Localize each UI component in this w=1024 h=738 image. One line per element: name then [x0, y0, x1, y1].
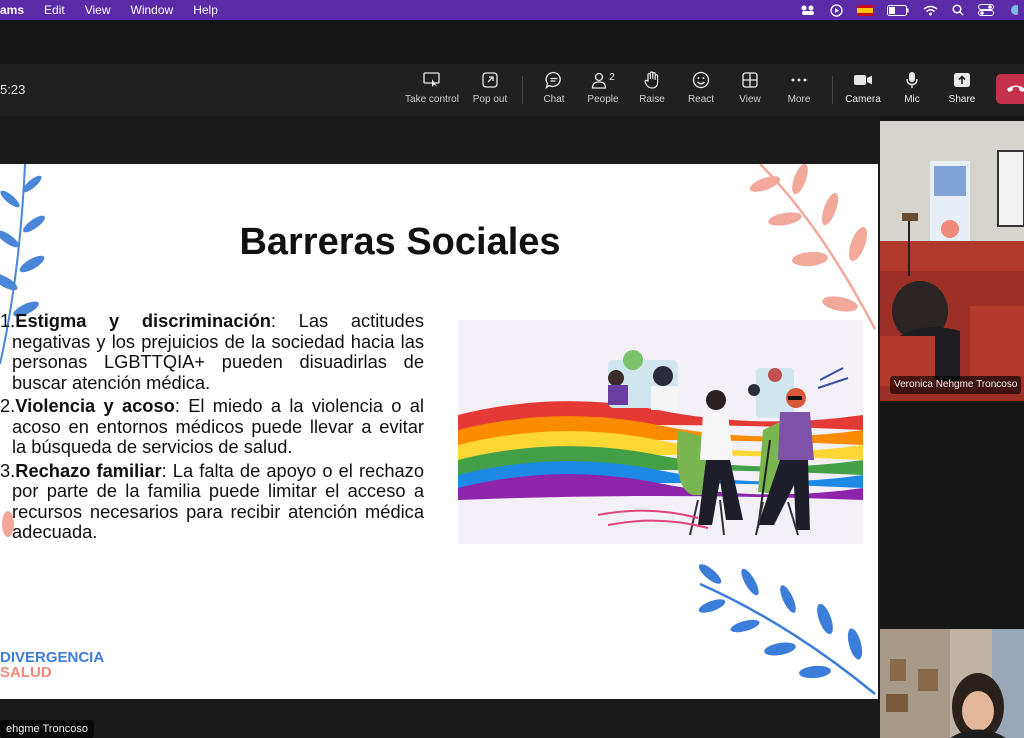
divergencia-salud-logo: DIVERGENCIA SALUD [0, 650, 104, 680]
blue-leaf-branch-right-icon [698, 564, 876, 695]
take-control-button[interactable]: Take control [404, 70, 460, 112]
pop-out-button[interactable]: Pop out [462, 70, 518, 112]
leave-button[interactable] [996, 74, 1024, 104]
more-label: More [787, 94, 811, 105]
play-circle-icon[interactable] [830, 3, 843, 17]
chat-label: Chat [543, 94, 565, 105]
people-label: People [587, 94, 619, 105]
presentation-slide: Barreras Sociales 1.Estigma y discrimina… [0, 164, 878, 699]
mic-label: Mic [904, 94, 920, 105]
slide-point-2: 2.Violencia y acoso: El miedo a la viole… [0, 395, 424, 458]
participant-name-tag: Veronica Nehgme Troncoso [890, 376, 1022, 394]
battery-icon[interactable] [887, 4, 909, 16]
menu-help[interactable]: Help [193, 3, 218, 17]
point-heading: Rechazo familiar [15, 459, 162, 481]
spotlight-search-icon[interactable] [952, 4, 964, 16]
share-icon [952, 70, 972, 90]
share-label: Share [948, 94, 976, 105]
menu-view[interactable]: View [85, 3, 111, 17]
point-heading: Violencia y acoso [15, 395, 175, 416]
view-button[interactable]: View [722, 70, 778, 112]
spain-flag-icon[interactable] [857, 4, 873, 16]
camera-icon [853, 70, 873, 90]
shared-screen-stage: Barreras Sociales 1.Estigma y discrimina… [0, 116, 880, 738]
take-control-icon [422, 70, 442, 90]
pop-out-label: Pop out [472, 94, 508, 105]
people-button[interactable]: 2 People [575, 70, 631, 112]
presenter-name-tag: ehgme Troncoso [0, 720, 94, 738]
people-icon: 2 [588, 70, 618, 90]
raise-label: Raise [639, 94, 665, 105]
react-icon [691, 70, 711, 90]
view-grid-icon [740, 70, 760, 90]
slide-point-1: 1.Estigma y discriminación: Las actitude… [0, 310, 424, 393]
self-view-video[interactable] [880, 629, 1024, 738]
brand-line-2: SALUD [0, 664, 52, 681]
more-icon [789, 70, 809, 90]
participant-video-room[interactable] [880, 121, 1024, 401]
macos-menu-bar: ams Edit View Window Help [0, 0, 1024, 20]
mic-button[interactable]: Mic [884, 70, 940, 112]
camera-button[interactable]: Camera [835, 70, 891, 112]
react-label: React [687, 94, 715, 105]
point-number: 1. [0, 310, 16, 331]
pride-healthcare-illustration [458, 320, 863, 544]
meeting-toolbar: 5:23 Take control Pop out Chat 2 People … [0, 64, 1024, 116]
menu-edit[interactable]: Edit [44, 3, 65, 17]
more-button[interactable]: More [771, 70, 827, 112]
share-button[interactable]: Share [934, 70, 990, 112]
control-center-icon[interactable] [978, 4, 994, 16]
room-scene-image [880, 121, 1024, 401]
menu-app-name[interactable]: ams [0, 3, 24, 17]
pop-out-icon [480, 70, 500, 90]
chat-icon [544, 70, 564, 90]
teams-meeting-window: ams Edit View Window Help 5:23 Take cont… [0, 0, 1024, 738]
menu-window[interactable]: Window [131, 3, 174, 17]
wifi-icon[interactable] [923, 5, 938, 16]
meeting-timer: 5:23 [0, 82, 26, 97]
chat-button[interactable]: Chat [526, 70, 582, 112]
react-button[interactable]: React [673, 70, 729, 112]
title-bar-area [0, 20, 1024, 64]
raise-hand-icon [642, 70, 662, 90]
point-heading: Estigma y discriminación [15, 310, 271, 331]
view-label: View [739, 94, 761, 105]
toolbar-divider [522, 76, 523, 104]
people-count: 2 [609, 71, 615, 83]
raise-hand-button[interactable]: Raise [624, 70, 680, 112]
camera-label: Camera [845, 94, 881, 105]
brand-line-1: DIVERGENCIA [0, 649, 105, 666]
siri-icon[interactable] [1008, 4, 1018, 16]
status-tray [800, 0, 1018, 20]
slide-title: Barreras Sociales [239, 221, 561, 263]
take-control-label: Take control [405, 94, 459, 105]
app-menu: ams Edit View Window Help [0, 3, 218, 17]
self-view-image [880, 629, 1024, 738]
point-number: 3. [0, 459, 16, 481]
slide-point-3: 3.Rechazo familiar: La falta de apoyo o … [0, 459, 424, 543]
phone-hangup-icon [1007, 85, 1024, 92]
toolbar-divider [832, 76, 833, 104]
slide-point-list: 1.Estigma y discriminación: Las actitude… [0, 310, 424, 546]
mic-icon [902, 70, 922, 90]
point-number: 2. [0, 395, 16, 416]
teams-status-icon[interactable] [800, 4, 816, 16]
